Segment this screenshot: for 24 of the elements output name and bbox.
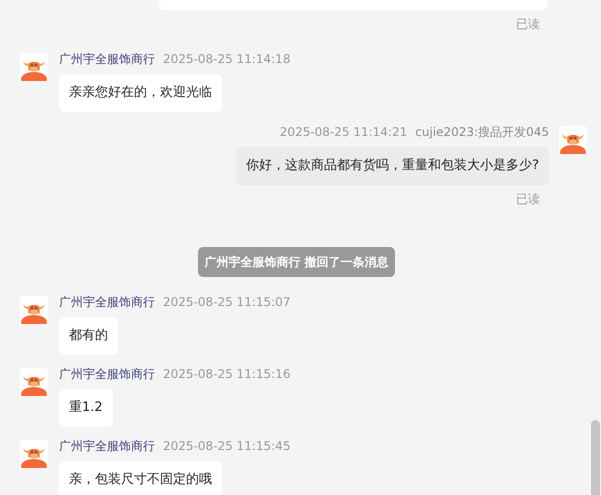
read-status: 已读	[516, 16, 540, 32]
message-bubble: 都有的	[59, 317, 118, 355]
message-bubble: 亲，包装尺寸不固定的哦	[59, 461, 222, 495]
sender-name: cujie2023:搜品开发045	[415, 124, 549, 140]
sender-name: 广州宇全服饰商行	[59, 51, 155, 67]
sender-name: 广州宇全服饰商行	[59, 366, 155, 382]
avatar-icon	[20, 440, 48, 468]
recall-notice: 广州宇全服饰商行 撤回了一条消息	[198, 247, 395, 277]
avatar-icon	[20, 296, 48, 324]
message-time: 2025-08-25 11:15:16	[163, 366, 290, 382]
message-time: 2025-08-25 11:14:18	[163, 51, 290, 67]
avatar-icon	[559, 126, 587, 154]
avatar-icon	[20, 53, 48, 81]
message-bubble: 亲亲您好在的，欢迎光临	[59, 74, 222, 112]
message-time: 2025-08-25 11:15:07	[163, 294, 290, 310]
sender-name: 广州宇全服饰商行	[59, 438, 155, 454]
message-time: 2025-08-25 11:14:21	[280, 124, 408, 140]
avatar-icon	[20, 368, 48, 396]
scrollbar-thumb[interactable]	[591, 420, 600, 495]
sender-name: 广州宇全服饰商行	[59, 294, 155, 310]
read-status: 已读	[516, 191, 540, 207]
message-time: 2025-08-25 11:15:45	[163, 438, 290, 454]
message-bubble: 重1.2	[59, 389, 113, 427]
message-bubble: 你好，这款商品都有货吗，重量和包装大小是多少?	[236, 147, 549, 185]
